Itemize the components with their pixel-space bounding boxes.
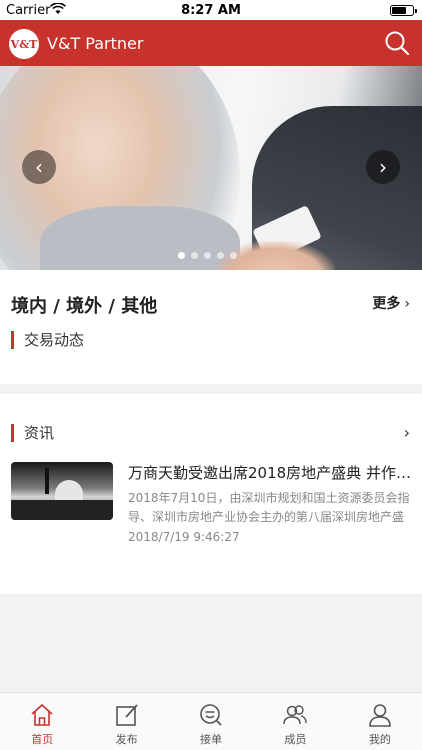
app-title: V&T Partner bbox=[47, 34, 144, 53]
edit-icon bbox=[115, 704, 138, 726]
news-timestamp: 2018/7/19 9:46:27 bbox=[128, 530, 240, 544]
carousel-prev-button[interactable]: ‹ bbox=[22, 150, 56, 184]
more-link[interactable]: 更多 › bbox=[372, 293, 410, 313]
carousel-next-button[interactable]: › bbox=[366, 150, 400, 184]
tab-label: 接单 bbox=[200, 733, 223, 746]
news-heading-label: 资讯 bbox=[24, 424, 55, 442]
accent-bar bbox=[11, 423, 14, 442]
tab-label: 发布 bbox=[115, 733, 138, 746]
chevron-right-icon: › bbox=[379, 155, 387, 179]
news-snippet: 2018年7月10日，由深圳市规划和国土资源委员会指导、深圳市房地产业协会主办的… bbox=[128, 491, 410, 524]
tab-label: 成员 bbox=[284, 733, 307, 746]
tab-label: 我的 bbox=[368, 733, 391, 746]
subheading-label: 交易动态 bbox=[24, 331, 85, 349]
accent-bar bbox=[11, 330, 14, 349]
status-bar: Carrier 8:27 AM bbox=[0, 0, 422, 20]
search-button[interactable] bbox=[384, 30, 410, 56]
chevron-right-icon[interactable]: › bbox=[404, 423, 410, 442]
tab-members[interactable]: 成员 bbox=[253, 693, 337, 750]
home-icon bbox=[31, 704, 53, 726]
section-title: 境内 / 境外 / 其他 bbox=[11, 296, 158, 317]
battery-icon bbox=[390, 5, 417, 16]
users-icon bbox=[283, 705, 308, 725]
news-heading[interactable]: 资讯 bbox=[11, 422, 54, 443]
chevron-left-icon: ‹ bbox=[35, 155, 43, 179]
deals-section: 境内 / 境外 / 其他 更多 › 交易动态 bbox=[0, 270, 422, 384]
news-thumbnail bbox=[11, 462, 113, 520]
carousel-dot[interactable] bbox=[217, 252, 224, 259]
clock-label: 8:27 AM bbox=[181, 3, 241, 18]
carousel-indicator bbox=[178, 252, 237, 259]
banner-carousel[interactable]: ‹ › bbox=[0, 66, 422, 270]
tab-home[interactable]: 首页 bbox=[0, 693, 84, 750]
carousel-dot[interactable] bbox=[230, 252, 237, 259]
news-section: 资讯 › 万商天勤受邀出席2018房地产盛典 并作主… 2018年7月10日，由… bbox=[0, 394, 422, 594]
user-icon bbox=[369, 704, 391, 727]
tab-mine[interactable]: 我的 bbox=[338, 693, 422, 750]
search-icon bbox=[385, 31, 410, 56]
tab-publish[interactable]: 发布 bbox=[84, 693, 168, 750]
app-header: V&T V&T Partner bbox=[0, 20, 422, 66]
carousel-dot[interactable] bbox=[204, 252, 211, 259]
tab-orders[interactable]: 接单 bbox=[169, 693, 253, 750]
carousel-dot[interactable] bbox=[178, 252, 185, 259]
deals-subheading[interactable]: 交易动态 bbox=[11, 329, 84, 350]
search-chat-icon bbox=[200, 704, 222, 726]
brand-logo: V&T bbox=[9, 29, 39, 59]
chevron-right-icon: › bbox=[404, 296, 410, 312]
tab-label: 首页 bbox=[31, 733, 54, 746]
more-label: 更多 bbox=[372, 296, 401, 312]
news-title: 万商天勤受邀出席2018房地产盛典 并作主… bbox=[128, 464, 411, 482]
news-list-item[interactable]: 万商天勤受邀出席2018房地产盛典 并作主… 2018年7月10日，由深圳市规划… bbox=[11, 462, 411, 544]
bottom-tab-bar: 首页 发布 接单 成员 我的 bbox=[0, 692, 422, 750]
carousel-dot[interactable] bbox=[191, 252, 198, 259]
